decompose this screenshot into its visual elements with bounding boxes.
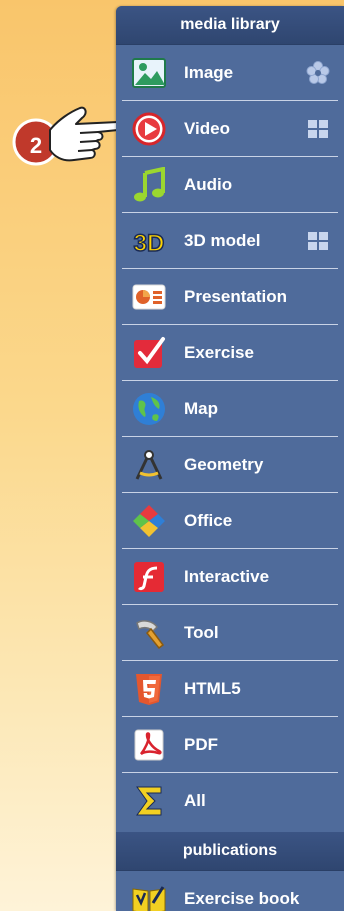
video-play-icon	[130, 110, 168, 148]
publications-menu: Exercise book	[116, 871, 344, 911]
menu-item-interactive[interactable]: Interactive	[122, 549, 338, 605]
hammer-icon	[130, 614, 168, 652]
menu-item-exercise[interactable]: Exercise	[122, 325, 338, 381]
menu-item-label: Image	[184, 62, 234, 82]
menu-item-office[interactable]: Office	[122, 493, 338, 549]
menu-item-image[interactable]: Image	[122, 45, 338, 101]
menu-item-label: PDF	[184, 734, 218, 754]
menu-item-label: HTML5	[184, 678, 241, 698]
music-note-icon	[130, 166, 168, 204]
sigma-icon	[130, 782, 168, 820]
exercise-book-icon	[130, 880, 168, 911]
menu-item-presentation[interactable]: Presentation	[122, 269, 338, 325]
menu-item-label: Audio	[184, 174, 233, 194]
menu-item-label: Exercise	[184, 342, 254, 362]
menu-item-label: Geometry	[184, 454, 264, 474]
menu-item-map[interactable]: Map	[122, 381, 338, 437]
menu-item-video[interactable]: Video	[122, 101, 338, 157]
image-icon	[130, 54, 168, 92]
menu-item-exercise-book[interactable]: Exercise book	[122, 871, 338, 911]
menu-item-label: Exercise book	[184, 888, 300, 908]
menu-item-label: Presentation	[184, 286, 287, 306]
exercise-check-icon	[130, 334, 168, 372]
menu-item-geometry[interactable]: Geometry	[122, 437, 338, 493]
menu-item-label: Tool	[184, 622, 219, 642]
menu-item-html5[interactable]: HTML5	[122, 661, 338, 717]
flower-icon[interactable]	[306, 60, 330, 85]
menu-item-label: 3D model	[184, 230, 261, 250]
menu-item-3d-model[interactable]: 3D 3D model	[122, 213, 338, 269]
side-panel: media library Image Video Audio 3D 3D mo…	[116, 6, 344, 911]
menu-item-label: Map	[184, 398, 218, 418]
callout-number: 2	[29, 133, 43, 158]
section-header-publications: publications	[116, 832, 344, 871]
pdf-icon	[130, 726, 168, 764]
globe-icon	[130, 390, 168, 428]
grid-icon[interactable]	[306, 117, 330, 141]
menu-item-label: All	[184, 790, 206, 810]
3d-icon: 3D	[130, 222, 168, 260]
media-menu: Image Video Audio 3D 3D model Presentati…	[116, 45, 344, 828]
menu-item-label: Video	[184, 118, 230, 138]
presentation-icon	[130, 278, 168, 316]
menu-item-label: Office	[184, 510, 233, 530]
menu-item-tool[interactable]: Tool	[122, 605, 338, 661]
menu-item-label: Interactive	[184, 566, 270, 586]
svg-text:3D: 3D	[134, 230, 165, 257]
menu-item-pdf[interactable]: PDF	[122, 717, 338, 773]
office-diamond-icon	[130, 502, 168, 540]
section-header-media-library: media library	[116, 6, 344, 45]
flash-icon	[130, 558, 168, 596]
grid-icon[interactable]	[306, 229, 330, 253]
menu-item-audio[interactable]: Audio	[122, 157, 338, 213]
compass-icon	[130, 446, 168, 484]
html5-icon	[130, 670, 168, 708]
menu-item-all[interactable]: All	[122, 773, 338, 828]
